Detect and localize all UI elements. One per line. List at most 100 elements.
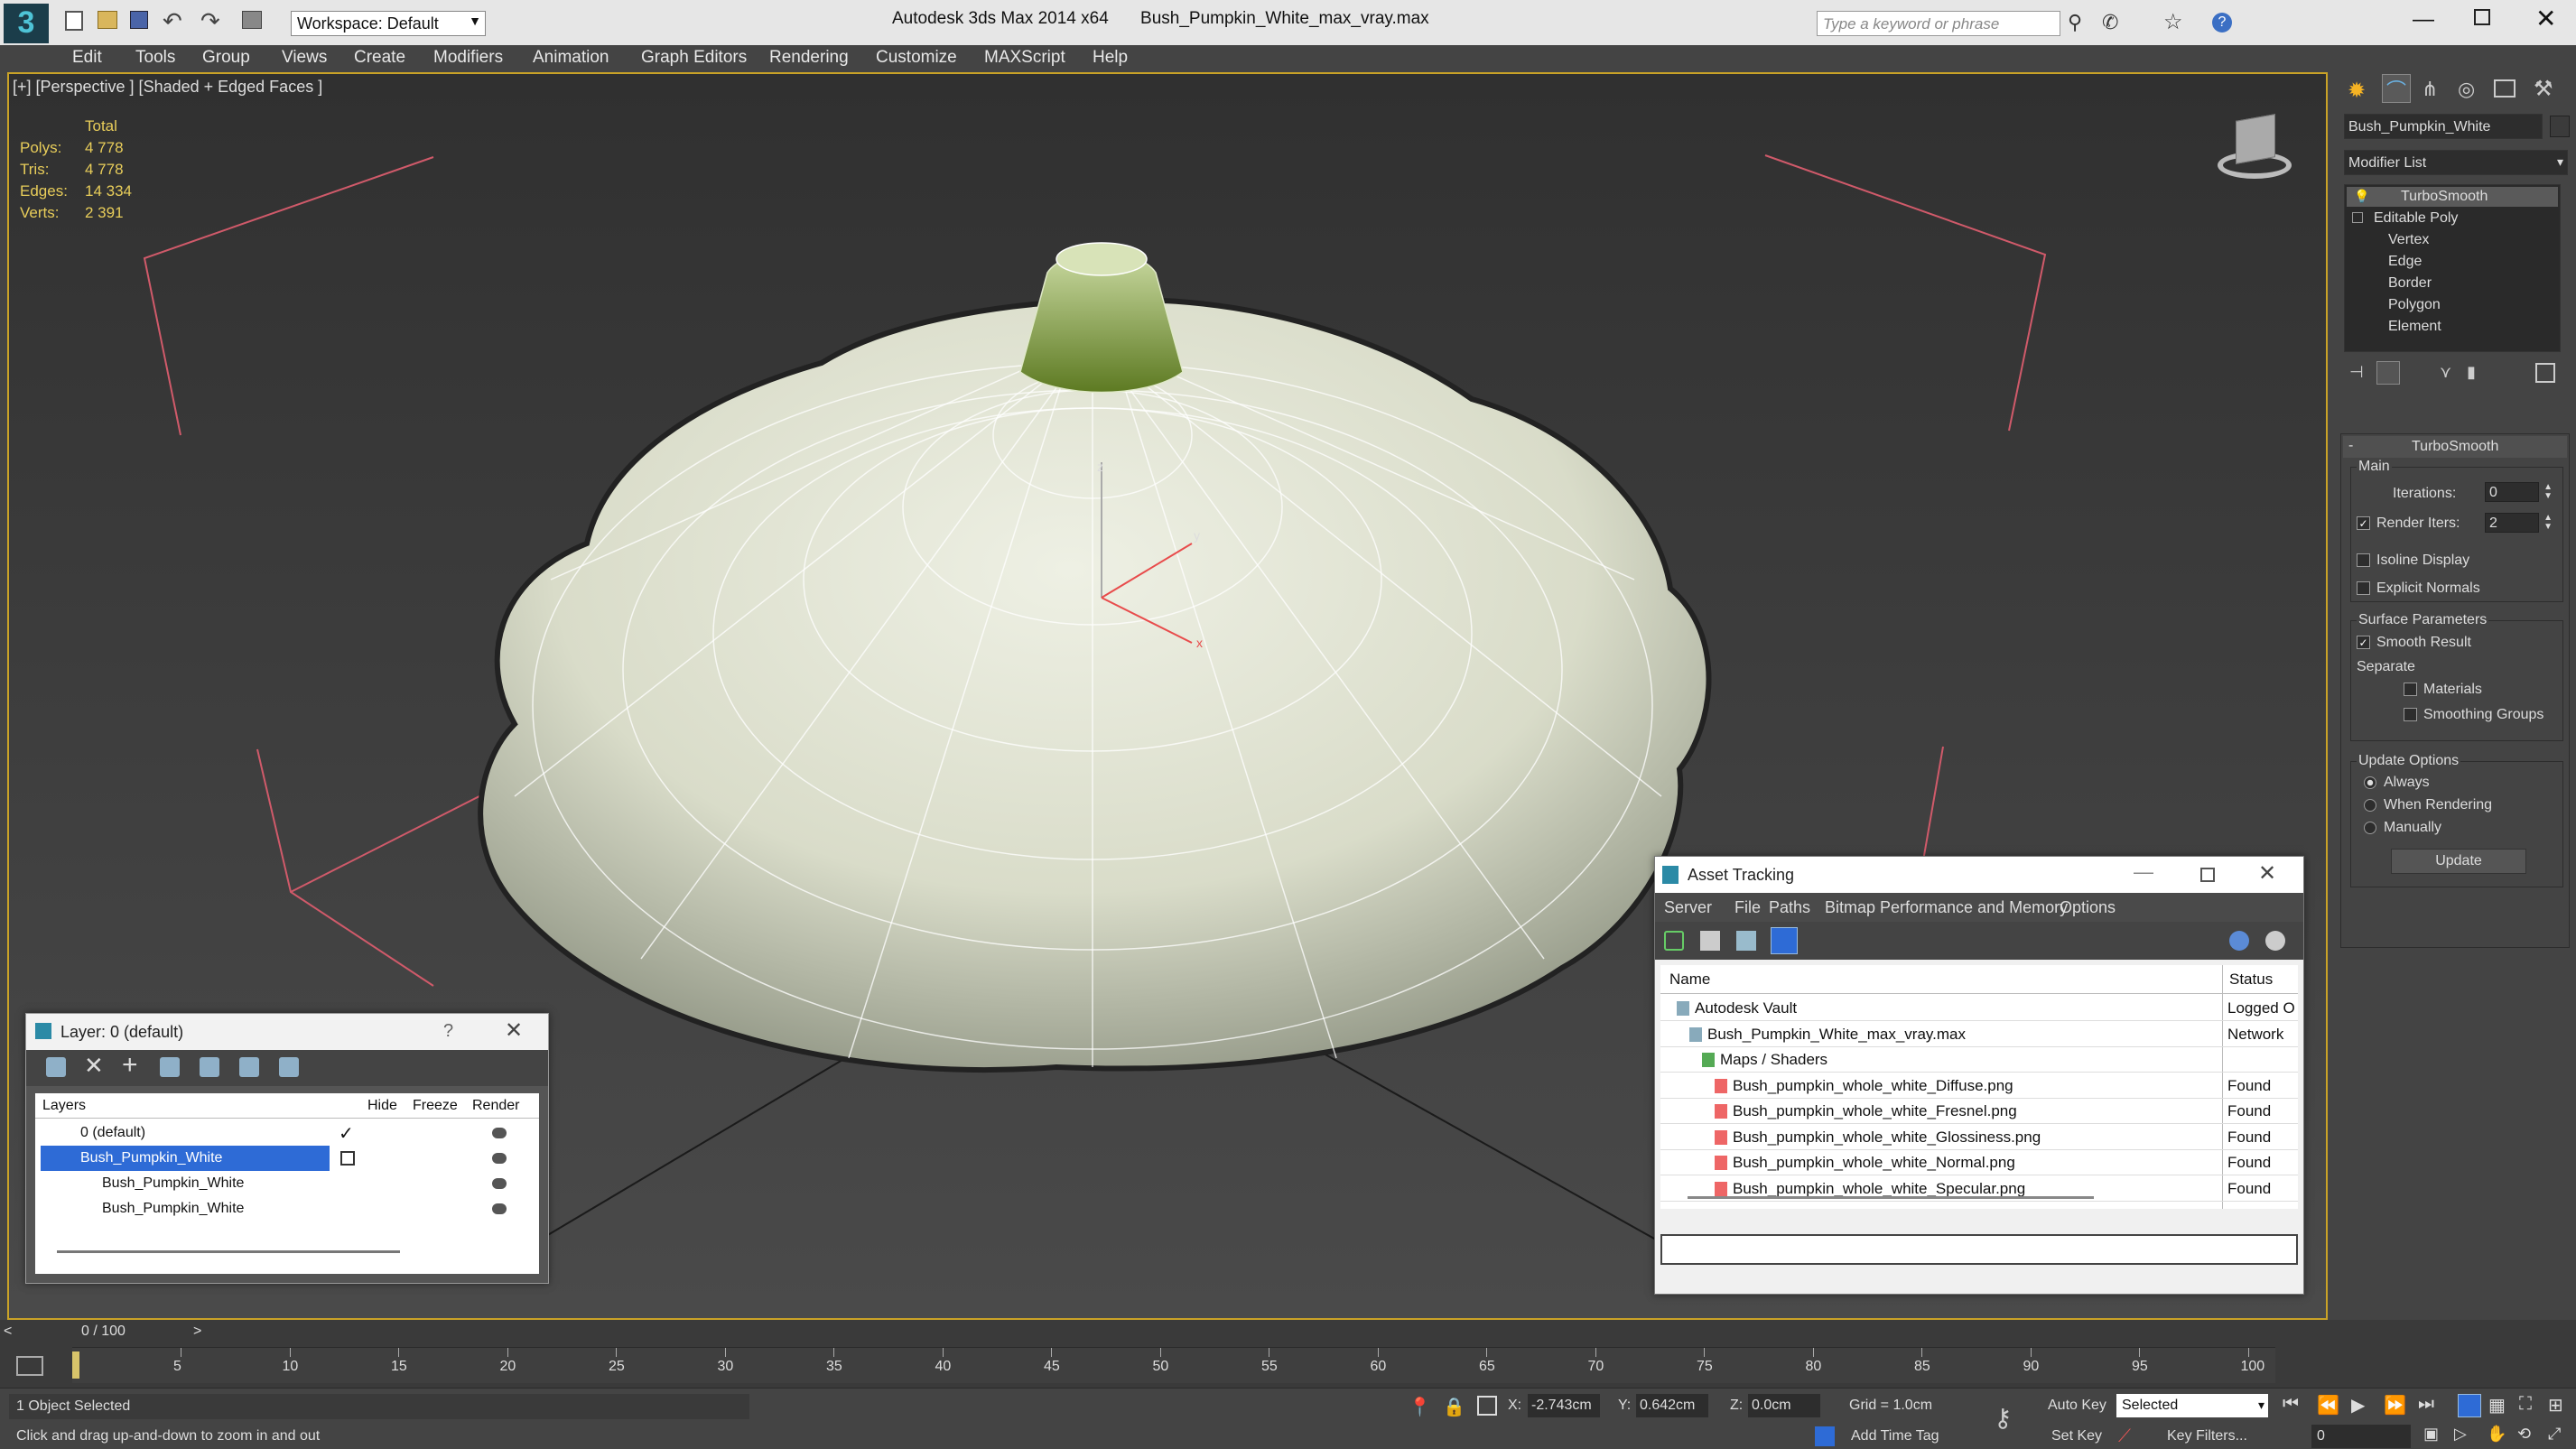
track-bar[interactable]: 5 10 15 20 25 30 35 40 45 50 55 60 65 70 75 80 85 90 95 100 — [72, 1347, 2275, 1383]
stack-item-edge[interactable]: Edge — [2347, 252, 2558, 272]
render-teapot-icon[interactable] — [492, 1128, 507, 1138]
time-slider-next-icon[interactable]: > — [193, 1324, 201, 1340]
minimize-icon[interactable]: — — [2413, 7, 2434, 33]
auto-key-button[interactable]: Auto Key — [2048, 1398, 2106, 1414]
asset-row[interactable]: Bush_pumpkin_whole_white_Diffuse.png Foun… — [1660, 1073, 2298, 1099]
go-to-end-icon[interactable]: ⏭ — [2418, 1394, 2434, 1415]
communication-center-icon[interactable]: ✆ — [2102, 11, 2118, 34]
z-value[interactable]: 0.0cm — [1752, 1398, 1791, 1414]
explicit-normals-checkbox[interactable] — [2357, 581, 2370, 595]
absolute-mode-icon[interactable] — [1477, 1396, 1497, 1416]
set-key-button[interactable]: Set Key — [2051, 1428, 2102, 1444]
current-layer-check-icon[interactable]: ✓ — [339, 1122, 354, 1145]
utilities-tab-icon[interactable]: ⚒ — [2534, 76, 2553, 102]
binoculars-icon[interactable]: ⚲ — [2068, 11, 2082, 34]
isolate-selection-icon[interactable]: 📍 — [1409, 1396, 1431, 1418]
hide-all-layers-icon[interactable] — [239, 1057, 259, 1077]
help-icon[interactable]: ? — [2212, 13, 2232, 33]
add-to-layer-icon[interactable]: + — [122, 1050, 138, 1081]
next-frame-icon[interactable]: ⏩ — [2384, 1394, 2406, 1416]
render-teapot-icon[interactable] — [492, 1203, 507, 1214]
layer-box-icon[interactable] — [340, 1151, 355, 1166]
menu-views[interactable]: Views — [282, 48, 327, 68]
x-value[interactable]: -2.743cm — [1531, 1398, 1592, 1414]
layer-row[interactable]: Bush_Pumpkin_White — [35, 1196, 539, 1221]
when-rendering-radio[interactable] — [2364, 799, 2376, 812]
vault-help-icon[interactable] — [2229, 931, 2249, 951]
time-tag-icon[interactable] — [1815, 1426, 1835, 1446]
configure-sets-icon[interactable] — [2535, 363, 2555, 383]
menu-group[interactable]: Group — [202, 48, 250, 68]
isoline-checkbox[interactable] — [2357, 553, 2370, 567]
stack-item-editable-poly[interactable]: Editable Poly — [2347, 209, 2558, 228]
display-tab-icon[interactable] — [2494, 79, 2516, 98]
col-name[interactable]: Name — [1669, 971, 1710, 989]
maximize-icon[interactable] — [2200, 868, 2215, 882]
time-config-icon[interactable]: ▣ — [2423, 1425, 2439, 1444]
render-teapot-icon[interactable] — [492, 1178, 507, 1189]
menu-animation[interactable]: Animation — [533, 48, 609, 68]
selection-set-dropdown[interactable]: Selected ▾ — [2116, 1394, 2268, 1417]
zoom-all-icon[interactable]: ▦ — [2488, 1394, 2506, 1416]
spinner-arrows-icon[interactable]: ▲ ▼ — [2543, 514, 2553, 532]
y-coordinate-field[interactable]: 0.642cm — [1636, 1394, 1708, 1417]
remove-modifier-icon[interactable]: ▮ — [2467, 363, 2476, 382]
asset-menu-options[interactable]: Options — [2060, 898, 2116, 917]
close-icon[interactable]: ✕ — [505, 1017, 523, 1044]
menu-maxscript[interactable]: MAXScript — [984, 48, 1065, 68]
set-key-icon[interactable]: ⟋ — [2118, 1426, 2131, 1447]
asset-row[interactable]: Maps / Shaders — [1660, 1047, 2298, 1073]
search-box[interactable]: Type a keyword or phrase — [1817, 11, 2060, 36]
stack-item-element[interactable]: Element — [2347, 317, 2558, 337]
frame-field[interactable]: 0 — [2311, 1425, 2411, 1448]
zoom-extents-icon[interactable]: ⛶ — [2519, 1394, 2532, 1415]
iterations-spinner[interactable]: 0 ▲ ▼ — [2485, 482, 2553, 502]
create-layer-icon[interactable] — [46, 1057, 66, 1077]
app-logo[interactable]: 3 — [4, 4, 49, 43]
redo-icon[interactable]: ↷ — [200, 7, 224, 34]
maximize-toggle-icon[interactable]: ⤢ — [2548, 1425, 2561, 1444]
workspace-dropdown[interactable]: Workspace: Default ▼ — [291, 11, 486, 36]
close-icon[interactable]: ✕ — [2258, 860, 2276, 887]
horizontal-scrollbar[interactable] — [1688, 1196, 2094, 1199]
layer-row-selected[interactable]: Bush_Pumpkin_White — [35, 1146, 539, 1171]
horizontal-scrollbar[interactable] — [57, 1250, 400, 1253]
y-value[interactable]: 0.642cm — [1640, 1398, 1695, 1414]
asset-path-field[interactable] — [1660, 1234, 2298, 1265]
asset-menu-paths[interactable]: Paths — [1769, 898, 1810, 917]
mini-curve-editor-icon[interactable] — [16, 1356, 43, 1376]
x-coordinate-field[interactable]: -2.743cm — [1528, 1394, 1600, 1417]
bulb-icon[interactable]: 💡 — [2354, 189, 2369, 204]
col-freeze[interactable]: Freeze — [413, 1098, 458, 1114]
save-icon[interactable] — [130, 11, 148, 29]
col-hide[interactable]: Hide — [367, 1098, 397, 1114]
orbit-icon[interactable]: ⟲ — [2517, 1425, 2531, 1444]
selection-lock-icon[interactable]: 🔒 — [1443, 1396, 1465, 1418]
smoothing-groups-checkbox[interactable] — [2404, 708, 2417, 721]
asset-row[interactable]: Bush_Pumpkin_White_max_vray.max Network — [1660, 1022, 2298, 1047]
table-view-icon[interactable] — [1736, 931, 1756, 951]
key-filters-button[interactable]: Key Filters... — [2167, 1428, 2247, 1444]
list-view-icon[interactable] — [1700, 931, 1720, 951]
layer-window-titlebar[interactable]: Layer: 0 (default) ? ✕ — [26, 1014, 548, 1050]
hierarchy-tab-icon[interactable]: ⋔ — [2422, 78, 2438, 101]
asset-menu-server[interactable]: Server — [1664, 898, 1712, 917]
open-file-icon[interactable] — [98, 11, 117, 29]
render-iters-spinner[interactable]: 2 ▲ ▼ — [2485, 513, 2553, 533]
motion-tab-icon[interactable]: ◎ — [2458, 78, 2475, 101]
modify-tab-icon[interactable]: ⌒ — [2382, 74, 2411, 103]
col-layers[interactable]: Layers — [42, 1098, 86, 1114]
menu-modifiers[interactable]: Modifiers — [433, 48, 503, 68]
highlight-layer-icon[interactable] — [200, 1057, 219, 1077]
delete-layer-icon[interactable]: ✕ — [84, 1052, 104, 1080]
col-status[interactable]: Status — [2229, 971, 2273, 989]
time-slider[interactable]: < 0 / 100 > — [0, 1320, 209, 1343]
viewcube-icon[interactable] — [2205, 110, 2304, 191]
menu-rendering[interactable]: Rendering — [769, 48, 849, 68]
object-name-field[interactable]: Bush_Pumpkin_White — [2344, 114, 2543, 139]
frame-value[interactable]: 0 — [2317, 1428, 2325, 1444]
asset-menu-bitmap[interactable]: Bitmap Performance and Memory — [1825, 898, 2068, 917]
pan-icon[interactable]: ✋ — [2487, 1425, 2506, 1444]
search-input[interactable]: Type a keyword or phrase — [1823, 15, 1999, 33]
asset-menu-file[interactable]: File — [1734, 898, 1761, 917]
